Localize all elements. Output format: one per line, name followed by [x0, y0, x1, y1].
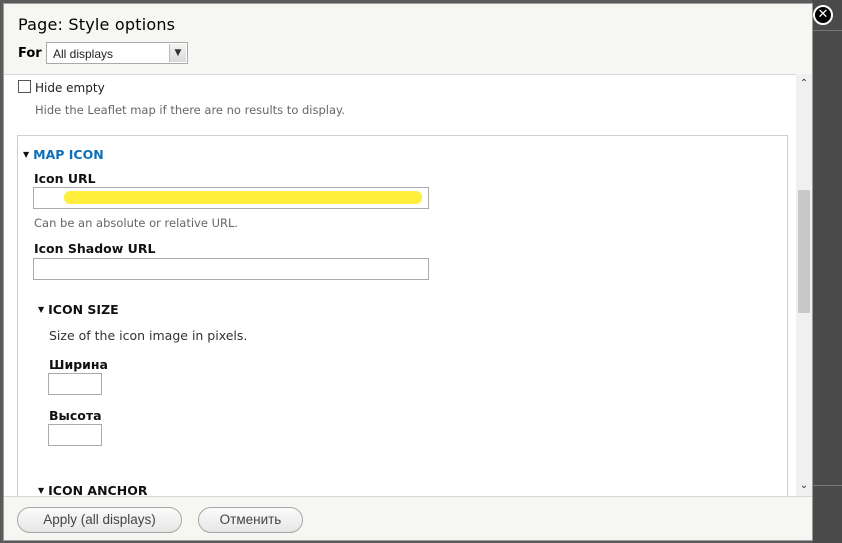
- hide-empty-label[interactable]: Hide empty: [35, 81, 105, 95]
- display-select[interactable]: All displays ▼: [46, 42, 188, 64]
- dialog-content: Hide empty Hide the Leaflet map if there…: [4, 74, 796, 496]
- backdrop-divider: [812, 485, 842, 486]
- close-icon[interactable]: ✕: [813, 5, 833, 25]
- apply-button[interactable]: Apply (all displays): [17, 507, 182, 533]
- page-backdrop: [812, 0, 842, 543]
- chevron-down-icon[interactable]: ▼: [169, 44, 186, 62]
- hide-empty-checkbox[interactable]: [18, 80, 31, 93]
- icon-shadow-url-label: Icon Shadow URL: [34, 241, 156, 256]
- content-scrollbar[interactable]: ⌃ ⌄: [796, 74, 812, 496]
- redaction-highlight: [64, 191, 422, 204]
- icon-size-description: Size of the icon image in pixels.: [49, 328, 248, 343]
- cancel-button[interactable]: Отменить: [198, 507, 303, 533]
- dialog-footer: Apply (all displays) Отменить: [4, 496, 812, 540]
- display-select-value: All displays: [53, 47, 114, 61]
- dialog-title: Page: Style options: [18, 15, 176, 34]
- icon-shadow-url-input[interactable]: [33, 258, 429, 280]
- style-options-dialog: Page: Style options For All displays ▼ H…: [3, 3, 813, 541]
- map-icon-legend-text: MAP ICON: [33, 147, 104, 162]
- triangle-down-icon: ▼: [38, 305, 45, 314]
- icon-url-label: Icon URL: [34, 171, 96, 186]
- scroll-down-icon[interactable]: ⌄: [796, 478, 812, 494]
- triangle-down-icon: ▼: [38, 486, 45, 495]
- icon-anchor-legend[interactable]: ▼ ICON ANCHOR: [38, 483, 147, 496]
- icon-anchor-legend-text: ICON ANCHOR: [48, 483, 148, 496]
- icon-width-label: Ширина: [49, 357, 108, 372]
- for-label: For: [18, 46, 42, 61]
- icon-height-label: Высота: [49, 408, 102, 423]
- icon-size-legend[interactable]: ▼ ICON SIZE: [38, 302, 119, 317]
- triangle-down-icon: ▼: [23, 150, 30, 159]
- icon-url-input[interactable]: [33, 187, 429, 209]
- backdrop-divider: [812, 30, 842, 31]
- icon-width-input[interactable]: [48, 373, 102, 395]
- icon-url-description: Can be an absolute or relative URL.: [34, 216, 239, 230]
- dialog-header: Page: Style options For All displays ▼: [4, 4, 812, 75]
- icon-height-input[interactable]: [48, 424, 102, 446]
- hide-empty-description: Hide the Leaflet map if there are no res…: [35, 103, 345, 117]
- scroll-up-icon[interactable]: ⌃: [796, 76, 812, 92]
- map-icon-legend[interactable]: ▼ MAP ICON: [23, 147, 104, 162]
- scrollbar-thumb[interactable]: [798, 190, 810, 313]
- icon-size-legend-text: ICON SIZE: [48, 302, 119, 317]
